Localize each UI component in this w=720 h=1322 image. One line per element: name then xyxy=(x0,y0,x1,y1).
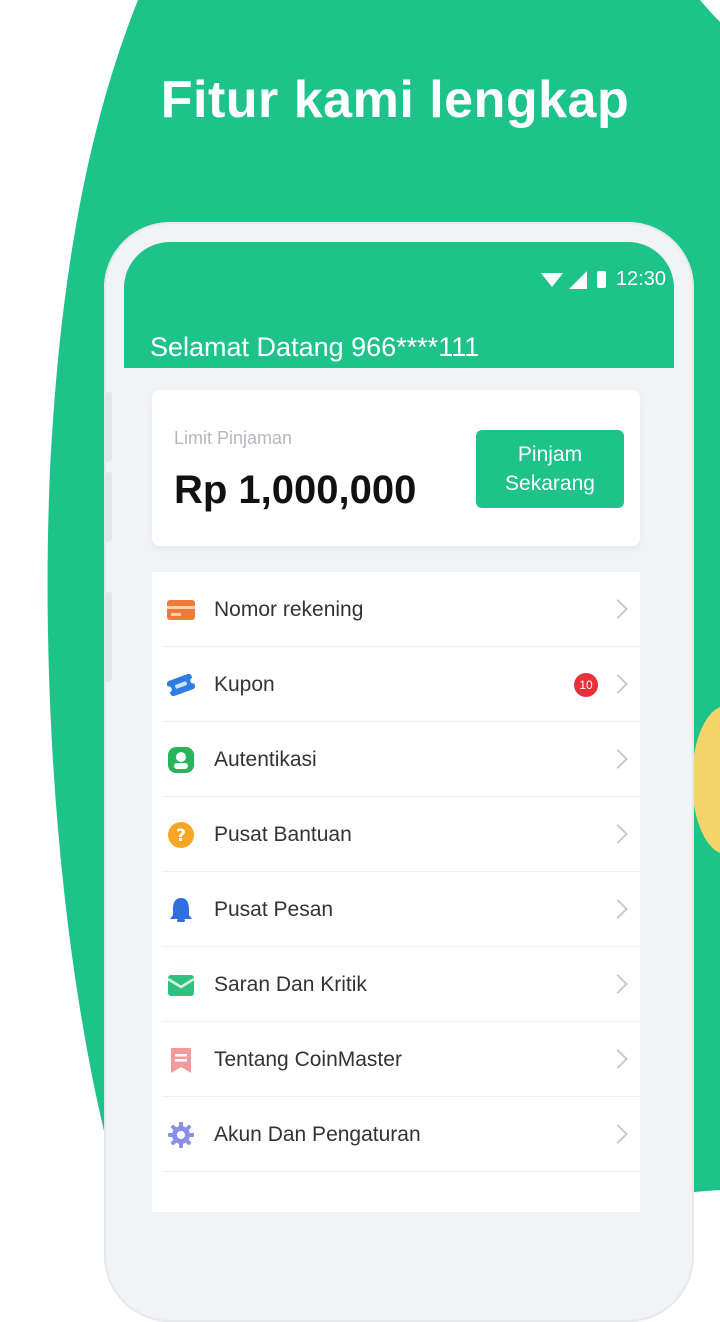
phone-side-button xyxy=(104,592,112,682)
coupon-count-badge: 10 xyxy=(574,673,598,697)
menu-label: Autentikasi xyxy=(214,748,317,771)
menu-item-nomor-rekening[interactable]: Nomor rekening xyxy=(152,572,640,647)
status-bar: 12:30 xyxy=(540,268,666,291)
chevron-right-icon xyxy=(608,824,628,844)
menu-label: Tentang CoinMaster xyxy=(214,1048,402,1071)
menu-item-kupon[interactable]: Kupon 10 xyxy=(152,647,640,722)
borrow-now-line2: Sekarang xyxy=(505,472,595,495)
chevron-right-icon xyxy=(608,599,628,619)
battery-icon xyxy=(596,271,606,288)
menu-item-akun-dan-pengaturan[interactable]: Akun Dan Pengaturan xyxy=(152,1097,640,1172)
coupon-icon xyxy=(166,673,196,697)
menu-label: Akun Dan Pengaturan xyxy=(214,1123,421,1146)
headline: Fitur kami lengkap xyxy=(160,71,630,129)
app-header: 12:30 Selamat Datang 966****111 xyxy=(124,242,674,368)
welcome-text: Selamat Datang 966****111 xyxy=(150,332,480,362)
chevron-right-icon xyxy=(608,1124,628,1144)
menu-item-saran-dan-kritik[interactable]: Saran Dan Kritik xyxy=(152,947,640,1022)
svg-text:?: ? xyxy=(176,826,186,846)
menu-item-tentang-coinmaster[interactable]: Tentang CoinMaster xyxy=(152,1022,640,1097)
chevron-right-icon xyxy=(608,1049,628,1069)
phone-mockup: 12:30 Selamat Datang 966****111 Limit Pi… xyxy=(104,222,694,1322)
phone-side-button xyxy=(104,392,112,462)
phone-side-button xyxy=(104,472,112,542)
menu-item-autentikasi[interactable]: Autentikasi xyxy=(152,722,640,797)
chevron-right-icon xyxy=(608,974,628,994)
menu-label: Pusat Bantuan xyxy=(214,823,352,846)
menu-label: Kupon xyxy=(214,673,275,696)
menu-label: Pusat Pesan xyxy=(214,898,334,921)
feedback-icon xyxy=(167,975,195,996)
chevron-right-icon xyxy=(608,899,628,919)
chevron-right-icon xyxy=(608,674,628,694)
menu-list: Nomor rekening Kupon 10 Autentikasi ? Pu… xyxy=(152,572,640,1212)
status-time: 12:30 xyxy=(615,268,666,290)
bank-card-icon xyxy=(167,600,195,620)
borrow-now-line1: Pinjam xyxy=(517,443,583,466)
loan-limit-amount: Rp 1,000,000 xyxy=(174,468,417,512)
menu-label: Nomor rekening xyxy=(214,598,364,621)
borrow-now-button[interactable]: Pinjam Sekarang xyxy=(476,430,624,508)
settings-gear-icon xyxy=(168,1122,194,1148)
loan-limit-card: Limit Pinjaman Rp 1,000,000 Pinjam Sekara… xyxy=(152,390,640,546)
help-icon: ? xyxy=(168,822,194,848)
menu-item-pusat-bantuan[interactable]: ? Pusat Bantuan xyxy=(152,797,640,872)
verification-icon xyxy=(168,747,194,773)
divider xyxy=(162,1171,640,1172)
menu-label: Saran Dan Kritik xyxy=(214,973,367,996)
chevron-right-icon xyxy=(608,749,628,769)
wifi-icon xyxy=(540,272,563,287)
bell-icon xyxy=(170,898,192,922)
loan-limit-label: Limit Pinjaman xyxy=(174,428,293,448)
menu-item-pusat-pesan[interactable]: Pusat Pesan xyxy=(152,872,640,947)
signal-icon xyxy=(568,270,587,289)
info-ribbon-icon xyxy=(171,1048,191,1073)
